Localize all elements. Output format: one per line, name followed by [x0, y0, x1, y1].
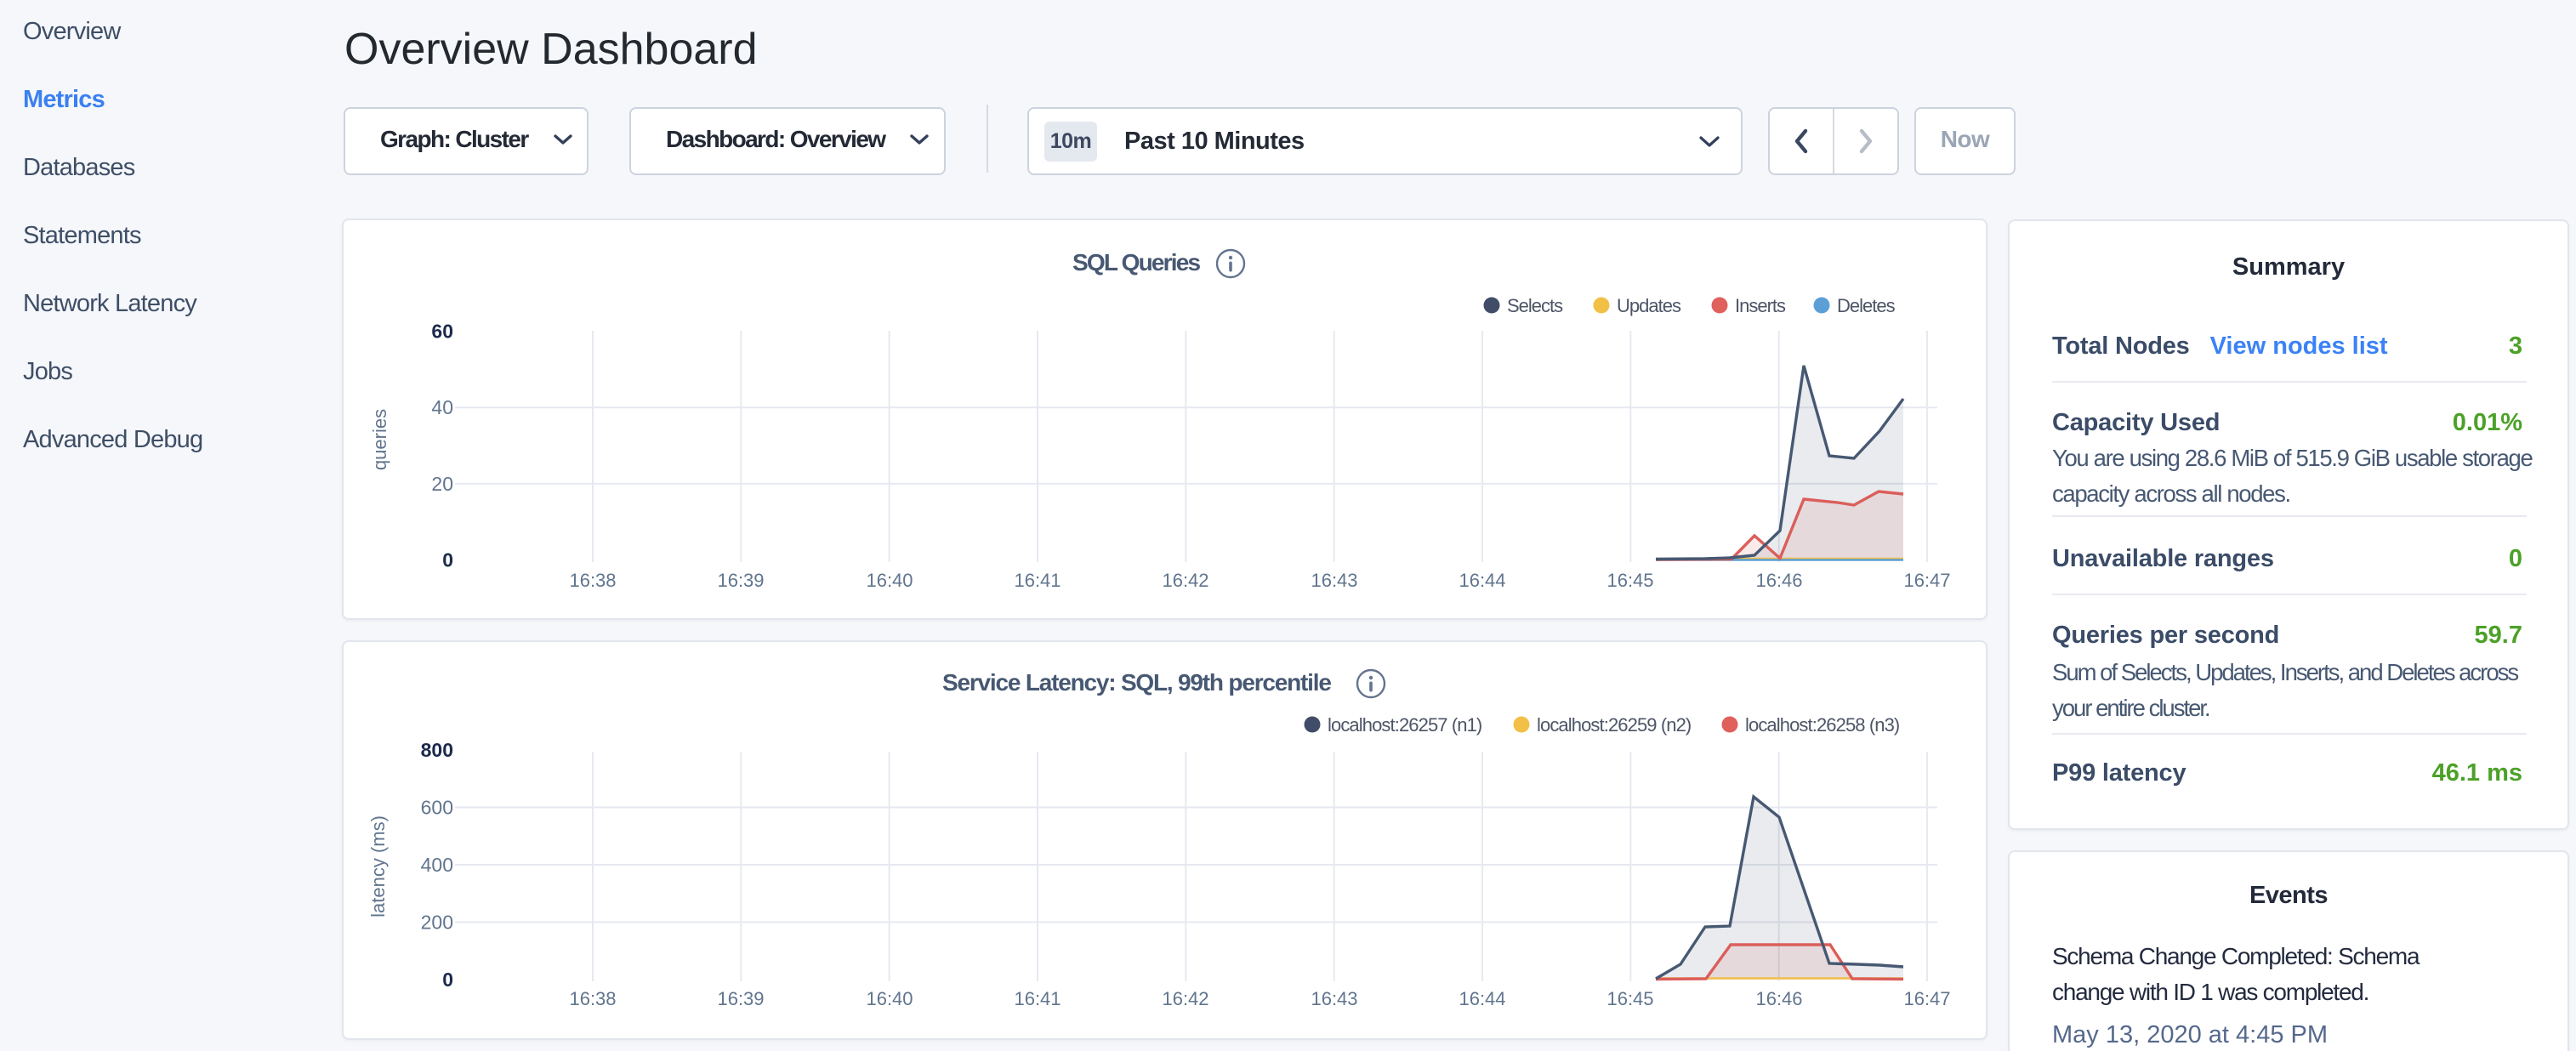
svg-text:localhost:26259 (n2): localhost:26259 (n2)	[1537, 714, 1691, 736]
svg-text:16:39: 16:39	[717, 570, 764, 591]
svg-text:60: 60	[431, 320, 453, 342]
svg-text:16:45: 16:45	[1606, 988, 1653, 1009]
svg-text:16:47: 16:47	[1903, 988, 1950, 1009]
svg-text:16:41: 16:41	[1014, 988, 1061, 1009]
svg-text:400: 400	[421, 854, 453, 876]
svg-text:16:38: 16:38	[569, 988, 616, 1009]
svg-text:16:46: 16:46	[1755, 570, 1802, 591]
svg-text:latency (ms): latency (ms)	[367, 815, 389, 917]
svg-text:16:45: 16:45	[1606, 570, 1653, 591]
svg-text:Selects: Selects	[1507, 295, 1563, 316]
svg-text:20: 20	[431, 473, 453, 495]
svg-text:0: 0	[442, 969, 453, 991]
svg-text:16:46: 16:46	[1755, 988, 1802, 1009]
svg-text:16:47: 16:47	[1903, 570, 1950, 591]
svg-text:localhost:26258 (n3): localhost:26258 (n3)	[1745, 714, 1899, 736]
svg-text:queries: queries	[369, 409, 390, 470]
svg-text:Updates: Updates	[1617, 295, 1681, 316]
svg-text:16:43: 16:43	[1311, 988, 1357, 1009]
svg-text:40: 40	[431, 396, 453, 418]
svg-text:600: 600	[421, 797, 453, 819]
svg-text:16:41: 16:41	[1014, 570, 1061, 591]
svg-text:16:38: 16:38	[569, 570, 616, 591]
svg-text:16:39: 16:39	[717, 988, 764, 1009]
svg-text:16:44: 16:44	[1459, 988, 1505, 1009]
svg-text:200: 200	[421, 912, 453, 934]
svg-text:800: 800	[421, 739, 453, 761]
svg-text:16:42: 16:42	[1162, 570, 1208, 591]
svg-text:0: 0	[442, 549, 453, 571]
svg-text:16:40: 16:40	[866, 988, 913, 1009]
svg-text:localhost:26257 (n1): localhost:26257 (n1)	[1328, 714, 1481, 736]
svg-text:Inserts: Inserts	[1735, 295, 1786, 316]
svg-text:16:40: 16:40	[866, 570, 913, 591]
svg-text:16:43: 16:43	[1311, 570, 1357, 591]
svg-text:16:44: 16:44	[1459, 570, 1505, 591]
svg-text:16:42: 16:42	[1162, 988, 1208, 1009]
svg-text:Deletes: Deletes	[1837, 295, 1896, 316]
